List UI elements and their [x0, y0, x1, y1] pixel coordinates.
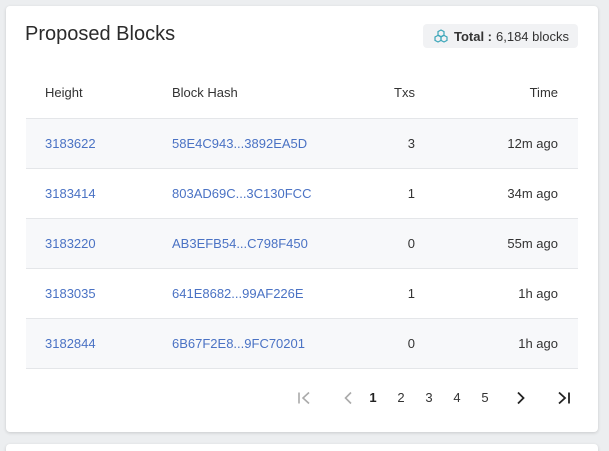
last-page-button[interactable] — [556, 387, 572, 409]
block-hash-link[interactable]: 6B67F2E8...9FC70201 — [172, 336, 305, 351]
proposed-blocks-card: Proposed Blocks Total : 6,184 blocks Hei… — [6, 6, 598, 432]
table-header-row: Height Block Hash Txs Time — [26, 68, 578, 119]
first-page-icon — [298, 391, 310, 405]
total-value: 6,184 blocks — [496, 28, 569, 44]
next-page-button[interactable] — [513, 387, 529, 409]
block-height-link[interactable]: 3183035 — [45, 286, 96, 301]
next-page-icon — [517, 391, 525, 405]
txs-count: 1 — [372, 268, 415, 319]
block-height-link[interactable]: 3183414 — [45, 186, 96, 201]
pagination: 1 2 3 4 5 — [6, 387, 598, 409]
page-1[interactable]: 1 — [365, 387, 381, 409]
column-header-block-hash[interactable]: Block Hash — [172, 68, 372, 119]
total-blocks-badge: Total : 6,184 blocks — [422, 24, 578, 48]
table-row: 3182844 6B67F2E8...9FC70201 0 1h ago — [26, 318, 578, 369]
block-hash-link[interactable]: AB3EFB54...C798F450 — [172, 236, 308, 251]
last-page-icon — [558, 391, 570, 405]
prev-page-icon — [344, 391, 352, 405]
table-row: 3183622 58E4C943...3892EA5D 3 12m ago — [26, 118, 578, 169]
table-row: 3183414 803AD69C...3C130FCC 1 34m ago — [26, 168, 578, 219]
txs-count: 1 — [372, 168, 415, 219]
page-2[interactable]: 2 — [393, 387, 409, 409]
page-3[interactable]: 3 — [421, 387, 437, 409]
block-time: 55m ago — [415, 218, 578, 269]
page-4[interactable]: 4 — [449, 387, 465, 409]
total-label: Total : — [453, 28, 492, 44]
block-hash-link[interactable]: 803AD69C...3C130FCC — [172, 186, 311, 201]
txs-count: 0 — [372, 218, 415, 269]
page-5[interactable]: 5 — [477, 387, 493, 409]
card-title: Proposed Blocks — [25, 23, 176, 45]
txs-count: 3 — [372, 118, 415, 169]
block-height-link[interactable]: 3183220 — [45, 236, 96, 251]
table-row: 3183035 641E8682...99AF226E 1 1h ago — [26, 268, 578, 319]
column-header-height[interactable]: Height — [26, 68, 172, 119]
block-hash-link[interactable]: 641E8682...99AF226E — [172, 286, 304, 301]
first-page-button[interactable] — [296, 387, 312, 409]
block-time: 1h ago — [415, 268, 578, 319]
column-header-time[interactable]: Time — [415, 68, 578, 119]
block-height-link[interactable]: 3183622 — [45, 136, 96, 151]
cubes-icon — [434, 29, 448, 43]
block-time: 1h ago — [415, 318, 578, 369]
block-time: 12m ago — [415, 118, 578, 169]
block-time: 34m ago — [415, 168, 578, 219]
block-height-link[interactable]: 3182844 — [45, 336, 96, 351]
txs-count: 0 — [372, 318, 415, 369]
prev-page-button[interactable] — [340, 387, 356, 409]
blocks-table: Height Block Hash Txs Time 3183622 58E4C… — [26, 68, 578, 369]
table-row: 3183220 AB3EFB54...C798F450 0 55m ago — [26, 218, 578, 269]
column-header-txs[interactable]: Txs — [372, 68, 415, 119]
block-hash-link[interactable]: 58E4C943...3892EA5D — [172, 136, 307, 151]
next-card — [6, 444, 598, 451]
